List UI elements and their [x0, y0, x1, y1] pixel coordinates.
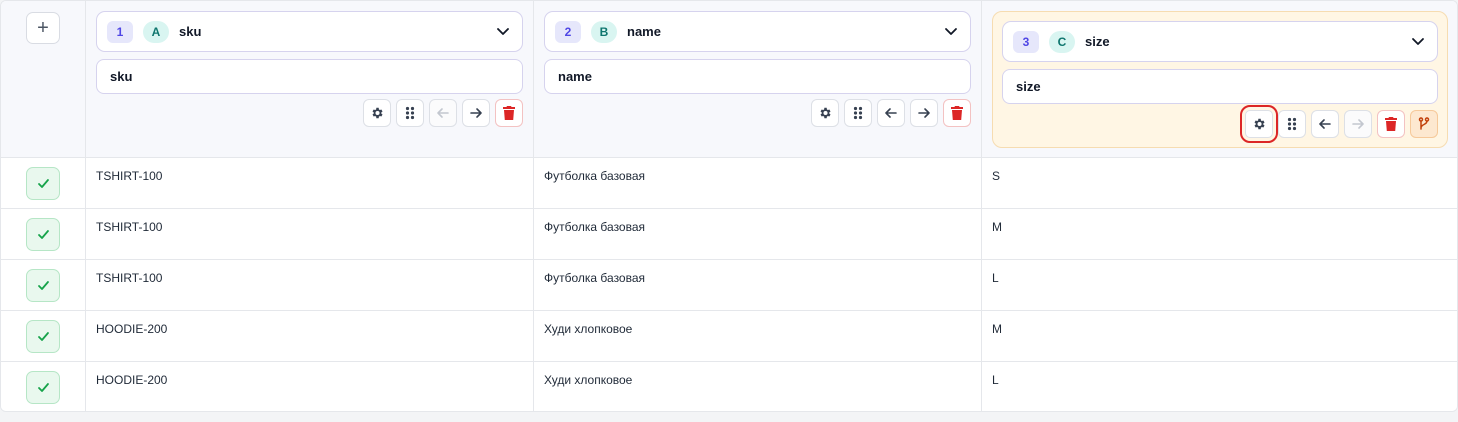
check-icon: [37, 179, 49, 188]
column-drag-handle[interactable]: [844, 99, 872, 127]
trash-icon: [503, 106, 515, 120]
column-header-size: 3 C size size: [992, 11, 1448, 148]
cell-name: Худи хлопковое: [544, 322, 633, 336]
mapping-table: + 1 A sku sku 2 B name name 3 C size siz…: [0, 0, 1458, 412]
table-row: TSHIRT-100 Футболка базовая L: [1, 260, 1457, 311]
row-status-toggle[interactable]: [26, 167, 60, 200]
column-settings-button[interactable]: [363, 99, 391, 127]
column-source-label: size: [1085, 34, 1110, 49]
column-divider: [981, 158, 982, 411]
move-right-button[interactable]: [910, 99, 938, 127]
cell-sku: HOODIE-200: [96, 322, 168, 336]
column-drag-handle[interactable]: [396, 99, 424, 127]
move-left-button[interactable]: [877, 99, 905, 127]
cell-size: M: [992, 322, 1002, 336]
row-status-toggle[interactable]: [26, 371, 60, 404]
move-right-button[interactable]: [462, 99, 490, 127]
delete-column-button[interactable]: [495, 99, 523, 127]
plus-icon: +: [37, 17, 49, 39]
column-header-name: 2 B name name: [544, 11, 971, 131]
cell-size: S: [992, 169, 1001, 183]
column-letter-badge: C: [1049, 30, 1075, 53]
column-letter-badge: B: [591, 20, 617, 43]
column-source-select[interactable]: 3 C size: [1002, 21, 1438, 62]
cell-name: Футболка базовая: [544, 169, 646, 183]
gear-icon: [1254, 118, 1265, 130]
row-status-toggle[interactable]: [26, 320, 60, 353]
column-number-badge: 1: [107, 20, 133, 43]
gear-icon: [820, 107, 831, 119]
chevron-down-icon: [945, 28, 957, 35]
column-source-label: sku: [179, 24, 202, 39]
cell-size: M: [992, 220, 1002, 234]
gear-icon: [372, 107, 383, 119]
drag-handle-icon: [405, 106, 415, 120]
cell-sku: TSHIRT-100: [96, 220, 163, 234]
column-settings-button[interactable]: [1240, 105, 1278, 143]
chevron-down-icon: [497, 28, 509, 35]
column-divider: [533, 158, 534, 411]
move-left-button[interactable]: [1311, 110, 1339, 138]
column-toolbar: [811, 99, 971, 127]
arrow-right-icon: [918, 108, 930, 118]
row-status-toggle[interactable]: [26, 218, 60, 251]
move-right-button[interactable]: [1344, 110, 1372, 138]
cell-size: L: [992, 373, 999, 387]
column-source-select[interactable]: 2 B name: [544, 11, 971, 52]
drag-handle-icon: [853, 106, 863, 120]
cell-sku: TSHIRT-100: [96, 271, 163, 285]
delete-column-button[interactable]: [943, 99, 971, 127]
table-row: HOODIE-200 Худи хлопковое M: [1, 311, 1457, 362]
cell-name: Футболка базовая: [544, 220, 646, 234]
delete-column-button[interactable]: [1377, 110, 1405, 138]
column-source-label: name: [627, 24, 661, 39]
column-name-input[interactable]: size: [1002, 69, 1438, 104]
column-source-select[interactable]: 1 A sku: [96, 11, 523, 52]
check-icon: [37, 281, 49, 290]
arrow-left-icon: [437, 108, 449, 118]
branch-button[interactable]: [1410, 110, 1438, 138]
check-icon: [37, 230, 49, 239]
column-name-input[interactable]: name: [544, 59, 971, 94]
arrow-left-icon: [1319, 119, 1331, 129]
table-row: TSHIRT-100 Футболка базовая M: [1, 209, 1457, 260]
cell-size: L: [992, 271, 999, 285]
cell-sku: TSHIRT-100: [96, 169, 163, 183]
cell-name: Футболка базовая: [544, 271, 646, 285]
drag-handle-icon: [1287, 117, 1297, 131]
column-drag-handle[interactable]: [1278, 110, 1306, 138]
column-number-badge: 3: [1013, 30, 1039, 53]
cell-name: Худи хлопковое: [544, 373, 633, 387]
check-icon: [37, 383, 49, 392]
check-icon: [37, 332, 49, 341]
column-number-badge: 2: [555, 20, 581, 43]
trash-icon: [1385, 117, 1397, 131]
move-left-button[interactable]: [429, 99, 457, 127]
column-toolbar: [1240, 105, 1438, 143]
add-column-button[interactable]: +: [26, 12, 60, 44]
column-settings-button[interactable]: [811, 99, 839, 127]
column-toolbar: [363, 99, 523, 127]
arrow-right-icon: [1352, 119, 1364, 129]
branch-icon: [1418, 117, 1430, 130]
trash-icon: [951, 106, 963, 120]
cell-sku: HOODIE-200: [96, 373, 168, 387]
arrow-left-icon: [885, 108, 897, 118]
arrow-right-icon: [470, 108, 482, 118]
table-row: HOODIE-200 Худи хлопковое L: [1, 362, 1457, 411]
column-letter-badge: A: [143, 20, 169, 43]
column-divider: [85, 158, 86, 411]
chevron-down-icon: [1412, 38, 1424, 45]
row-status-toggle[interactable]: [26, 269, 60, 302]
column-header-sku: 1 A sku sku: [96, 11, 523, 131]
column-name-input[interactable]: sku: [96, 59, 523, 94]
table-row: TSHIRT-100 Футболка базовая S: [1, 158, 1457, 209]
